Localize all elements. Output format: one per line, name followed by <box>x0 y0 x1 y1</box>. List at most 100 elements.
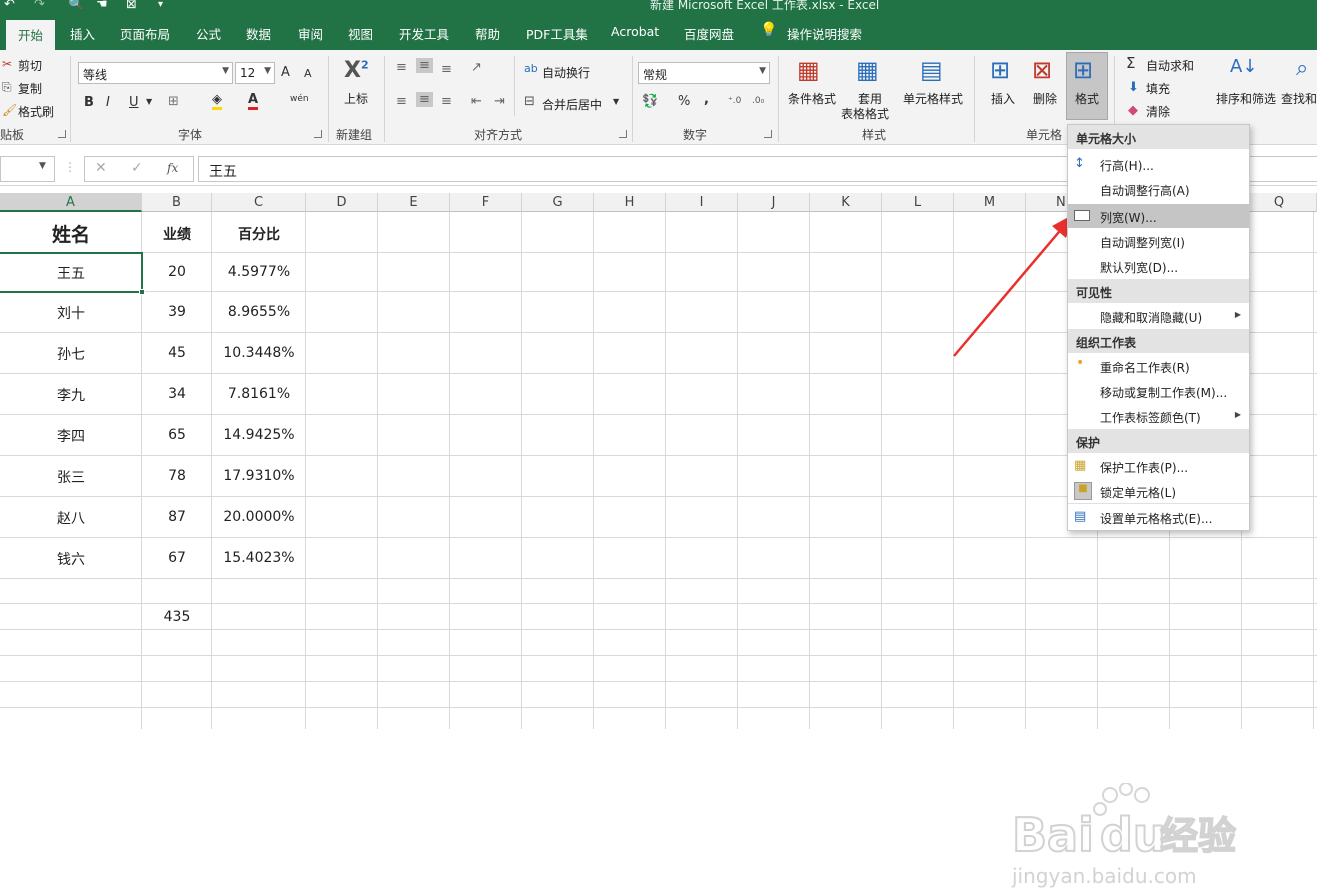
bold-button[interactable]: B <box>84 95 94 110</box>
tab-view[interactable]: 视图 <box>348 24 373 43</box>
tab-formulas[interactable]: 公式 <box>196 24 221 43</box>
table-row-percent[interactable]: 7.8161% <box>212 386 306 402</box>
fill-button[interactable]: 填充 <box>1146 80 1170 97</box>
name-box[interactable]: ▼ <box>0 156 55 182</box>
tab-insert[interactable]: 插入 <box>70 24 95 43</box>
column-header-i[interactable]: I <box>666 193 738 212</box>
menu-item-lock-cell[interactable]: ■ 锁定单元格(L) <box>1068 479 1249 503</box>
table-row-score[interactable]: 34 <box>142 386 212 402</box>
tab-home[interactable]: 开始 <box>6 20 56 50</box>
table-row-score[interactable]: 87 <box>142 509 212 525</box>
underline-button[interactable]: U <box>129 95 139 110</box>
find-select-button[interactable]: 查找和 <box>1281 90 1317 107</box>
menu-item-format-cells[interactable]: ▤ 设置单元格格式(E)... <box>1068 505 1249 529</box>
table-row-name[interactable]: 张三 <box>0 467 142 487</box>
sort-filter-button[interactable]: 排序和筛选 <box>1216 90 1276 107</box>
column-header-g[interactable]: G <box>522 193 594 212</box>
fill-color-icon[interactable]: ◈ <box>212 93 222 110</box>
number-format-combo[interactable]: 常规 ▼ <box>638 62 770 84</box>
increase-indent-icon[interactable]: ⇥ <box>494 94 505 109</box>
table-row-percent[interactable]: 17.9310% <box>212 468 306 484</box>
tab-page-layout[interactable]: 页面布局 <box>120 24 170 43</box>
column-header-f[interactable]: F <box>450 193 522 212</box>
border-icon[interactable]: ⊞ <box>168 94 179 109</box>
font-name-combo[interactable]: 等线 ▼ <box>78 62 233 84</box>
clear-button[interactable]: 清除 <box>1146 103 1170 120</box>
phonetic-icon[interactable]: wén <box>290 94 309 104</box>
column-header-d[interactable]: D <box>306 193 378 212</box>
insert-cells-button[interactable]: 插入 <box>991 90 1015 107</box>
menu-item-autofit-row[interactable]: 自动调整行高(A) <box>1068 177 1249 201</box>
font-launcher-icon[interactable] <box>314 130 322 138</box>
column-header-h[interactable]: H <box>594 193 666 212</box>
table-row-percent[interactable]: 15.4023% <box>212 550 306 566</box>
cell-styles-button[interactable]: 单元格样式 <box>903 90 963 107</box>
format-button[interactable]: 格式 <box>1075 90 1099 107</box>
menu-item-row-height[interactable]: ↕ 行高(H)... <box>1068 152 1249 176</box>
undo-icon[interactable]: ↶ <box>4 0 15 12</box>
header-percent-cell[interactable]: 百分比 <box>212 224 306 244</box>
tell-me-search[interactable]: 操作说明搜索 <box>787 24 862 43</box>
menu-item-hide-unhide[interactable]: 隐藏和取消隐藏(U) ▶ <box>1068 304 1249 328</box>
decrease-indent-icon[interactable]: ⇤ <box>471 94 482 109</box>
table-row-name[interactable]: 李九 <box>0 385 142 405</box>
align-center-icon[interactable]: ≡ <box>416 92 433 107</box>
align-left-icon[interactable]: ≡ <box>396 94 407 109</box>
table-row-name[interactable]: 孙七 <box>0 344 142 364</box>
table-row-score[interactable]: 45 <box>142 345 212 361</box>
table-row-score[interactable]: 67 <box>142 550 212 566</box>
header-name-cell[interactable]: 姓名 <box>0 220 142 247</box>
tab-review[interactable]: 审阅 <box>298 24 323 43</box>
column-header-b[interactable]: B <box>142 193 212 212</box>
chevron-down-icon[interactable]: ▼ <box>613 97 619 106</box>
table-row-score[interactable]: 20 <box>142 264 212 280</box>
wrap-text-button[interactable]: 自动换行 <box>542 64 590 81</box>
delete-cells-button[interactable]: 删除 <box>1033 90 1057 107</box>
redo-icon[interactable]: ↷ <box>34 0 45 12</box>
tab-baidu-netdisk[interactable]: 百度网盘 <box>684 24 734 43</box>
column-header-a[interactable]: A <box>0 193 142 212</box>
enter-icon[interactable]: ✓ <box>131 160 143 176</box>
chevron-down-icon[interactable]: ▼ <box>39 161 46 171</box>
format-painter-button[interactable]: 格式刷 <box>18 103 54 120</box>
comma-button[interactable]: , <box>704 92 709 107</box>
tab-acrobat[interactable]: Acrobat <box>611 24 659 39</box>
align-middle-icon[interactable]: ≡ <box>416 58 433 73</box>
customize-qa-icon[interactable]: ▾ <box>158 0 163 10</box>
orientation-icon[interactable]: ↗ <box>471 60 482 75</box>
font-size-combo[interactable]: 12 ▼ <box>235 62 275 84</box>
table-row-score[interactable]: 78 <box>142 468 212 484</box>
format-as-table-line2[interactable]: 表格格式 <box>841 105 889 122</box>
tab-developer[interactable]: 开发工具 <box>399 24 449 43</box>
menu-item-column-width[interactable]: 列宽(W)... <box>1068 204 1249 228</box>
italic-button[interactable]: I <box>106 95 110 110</box>
total-cell[interactable]: 435 <box>142 609 212 625</box>
cancel-icon[interactable]: ✕ <box>95 160 107 176</box>
table-row-percent[interactable]: 10.3448% <box>212 345 306 361</box>
grow-font-button[interactable]: A <box>281 65 290 80</box>
align-top-icon[interactable]: ≡ <box>396 60 407 75</box>
number-launcher-icon[interactable] <box>764 130 772 138</box>
table-row-percent[interactable]: 14.9425% <box>212 427 306 443</box>
clear-format-icon[interactable]: ⊠ <box>126 0 137 12</box>
menu-item-rename-sheet[interactable]: • 重命名工作表(R) <box>1068 354 1249 378</box>
table-row-name[interactable]: 钱六 <box>0 549 142 569</box>
touch-mode-icon[interactable]: ☚ <box>96 0 108 12</box>
column-header-q[interactable]: Q <box>1242 193 1317 212</box>
shrink-font-button[interactable]: A <box>304 67 312 80</box>
menu-item-autofit-column[interactable]: 自动调整列宽(I) <box>1068 229 1249 253</box>
tab-data[interactable]: 数据 <box>246 24 271 43</box>
column-header-j[interactable]: J <box>738 193 810 212</box>
menu-item-move-copy[interactable]: 移动或复制工作表(M)... <box>1068 379 1249 403</box>
chevron-down-icon[interactable]: ▼ <box>146 97 152 106</box>
font-color-icon[interactable]: A <box>248 93 259 110</box>
table-row-name[interactable]: 李四 <box>0 426 142 446</box>
percent-button[interactable]: % <box>678 94 690 109</box>
column-header-e[interactable]: E <box>378 193 450 212</box>
column-header-k[interactable]: K <box>810 193 882 212</box>
superscript-button[interactable]: 上标 <box>344 90 368 107</box>
table-row-name[interactable]: 刘十 <box>0 303 142 323</box>
fill-handle[interactable] <box>139 289 145 295</box>
align-right-icon[interactable]: ≡ <box>441 94 452 109</box>
tab-help[interactable]: 帮助 <box>475 24 500 43</box>
